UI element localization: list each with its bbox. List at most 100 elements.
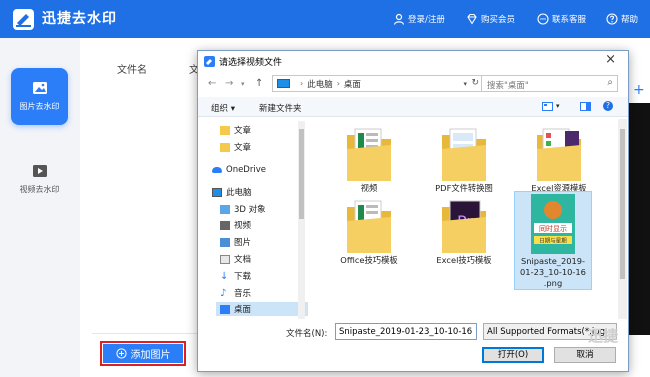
navigation-pane: 文章 文章 OneDrive 此电脑 3D 对象 视频 图片 文档 ↓ 下载 ♪… — [206, 121, 309, 316]
file-list-scrollbar[interactable] — [618, 119, 627, 319]
file-item-office-tips-folder[interactable]: Office技巧模板 — [329, 199, 409, 266]
search-placeholder: 搜索"桌面" — [487, 81, 529, 91]
sidebar-item-label: 视频去水印 — [19, 185, 60, 194]
folder-icon — [347, 200, 391, 253]
back-arrow-icon[interactable]: ← — [208, 78, 216, 89]
refresh-icon[interactable]: ↻ — [471, 78, 479, 88]
tree-item-label: 文档 — [234, 255, 252, 265]
file-item-label: Office技巧模板 — [340, 255, 398, 265]
open-button[interactable]: 打开(O) — [482, 347, 544, 363]
folder-icon — [220, 142, 230, 152]
tree-item-article[interactable]: 文章 — [220, 140, 251, 154]
download-icon: ↓ — [220, 270, 229, 282]
document-icon — [220, 254, 230, 264]
chevron-down-icon[interactable]: ▾ — [556, 102, 560, 110]
close-icon[interactable]: × — [605, 52, 616, 67]
recent-locations-icon[interactable]: ▾ — [241, 80, 245, 88]
preview-pane-icon[interactable] — [580, 102, 591, 111]
tree-item-music[interactable]: ♪ 音乐 — [220, 286, 251, 300]
image-thumbnail-icon: 同时显示 日期与星期 — [531, 194, 575, 254]
file-list: 视频 PDF文件转换图 Excel资源模板 Office技巧模板 Excel技巧… — [309, 119, 619, 319]
breadcrumb-desktop[interactable]: 桌面 — [344, 78, 361, 90]
tree-item-article[interactable]: 文章 — [220, 123, 251, 137]
contact-support-label: 联系客服 — [552, 15, 587, 25]
picture-icon — [220, 237, 230, 247]
address-bar[interactable]: › 此电脑 › 桌面 ▾ ↻ — [272, 75, 482, 92]
file-item-label-line: Snipaste_2019- — [520, 256, 586, 266]
tree-item-this-pc[interactable]: 此电脑 — [212, 185, 252, 199]
contact-support-link[interactable]: 联系客服 — [537, 12, 586, 26]
file-open-dialog: 请选择视频文件 × ← → ▾ ↑ › 此电脑 › 桌面 ▾ ↻ 搜索"桌面" … — [197, 50, 629, 372]
tree-item-label: 音乐 — [234, 289, 252, 299]
view-options-icon[interactable] — [542, 102, 553, 111]
thumbnail-text: 日期与星期 — [539, 237, 567, 245]
chevron-right-icon: › — [336, 79, 340, 88]
film-icon — [220, 220, 230, 230]
file-item-label: Excel技巧模板 — [436, 255, 492, 265]
column-header-filename: 文件名 — [117, 65, 147, 76]
tree-item-videos[interactable]: 视频 — [220, 218, 251, 232]
app-logo-icon — [13, 9, 34, 30]
buy-membership-link[interactable]: 购买会员 — [466, 12, 515, 26]
tree-item-label: OneDrive — [226, 165, 266, 175]
file-item-label-line: .png — [543, 278, 563, 288]
video-icon — [32, 165, 47, 177]
tree-item-label: 文章 — [234, 143, 252, 153]
organize-button[interactable]: 组织 ▾ — [211, 102, 235, 114]
breadcrumb-this-pc[interactable]: 此电脑 — [307, 78, 333, 90]
file-item-excel-resources-folder[interactable]: Excel资源模板 — [519, 127, 599, 194]
sidebar-item-video-watermark[interactable]: 视频去水印 — [11, 151, 68, 208]
tree-item-desktop[interactable]: 桌面 — [216, 302, 308, 316]
tree-item-onedrive[interactable]: OneDrive — [212, 163, 266, 177]
filename-input[interactable]: Snipaste_2019-01-23_10-10-16 — [335, 323, 477, 340]
tree-item-3d-objects[interactable]: 3D 对象 — [220, 202, 266, 216]
login-register-link[interactable]: 登录/注册 — [393, 12, 445, 26]
tree-item-downloads[interactable]: ↓ 下载 — [220, 269, 251, 283]
cancel-button[interactable]: 取消 — [554, 347, 616, 363]
folder-icon: Pr — [442, 200, 486, 253]
chevron-right-icon: › — [300, 79, 304, 88]
nav-scrollbar[interactable] — [298, 121, 305, 319]
tree-item-pictures[interactable]: 图片 — [220, 235, 251, 249]
add-plus-icon[interactable]: + — [633, 82, 645, 98]
search-input[interactable]: 搜索"桌面" ⌕ — [481, 75, 618, 92]
computer-icon — [277, 79, 290, 88]
search-icon: ⌕ — [607, 77, 613, 88]
forward-arrow-icon[interactable]: → — [225, 78, 233, 89]
file-item-pdf-folder[interactable]: PDF文件转换图 — [424, 127, 504, 194]
file-item-excel-tips-folder[interactable]: Pr Excel技巧模板 — [424, 199, 504, 266]
corner-watermark: 迅捷 — [588, 327, 619, 345]
add-image-label: 添加图片 — [130, 350, 171, 361]
up-arrow-icon[interactable]: ↑ — [255, 78, 263, 89]
organize-label: 组织 — [211, 104, 229, 114]
thumbnail-text: 同时显示 — [539, 224, 567, 233]
tree-item-label: 下载 — [234, 272, 252, 282]
folder-icon — [442, 128, 486, 181]
folder-icon — [537, 128, 581, 181]
chevron-down-icon[interactable]: ▾ — [463, 80, 467, 88]
file-item-snipaste-png[interactable]: 同时显示 日期与星期 Snipaste_2019- 01-23_10-10-16… — [514, 191, 592, 290]
tree-item-documents[interactable]: 文档 — [220, 252, 251, 266]
music-icon: ♪ — [220, 287, 227, 299]
dialog-app-icon — [204, 55, 215, 67]
help-icon[interactable]: ? — [603, 101, 613, 111]
scrollbar-thumb[interactable] — [620, 129, 625, 279]
add-image-button[interactable]: 添加图片 — [103, 344, 183, 363]
buy-membership-label: 购买会员 — [481, 15, 516, 25]
dialog-toolbar: 组织 ▾ 新建文件夹 ▾ ? — [198, 97, 628, 117]
scrollbar-thumb[interactable] — [299, 129, 304, 219]
filename-label: 文件名(N): — [286, 329, 328, 339]
help-label: 帮助 — [621, 15, 639, 25]
folder-icon — [220, 125, 230, 135]
help-link[interactable]: 帮助 — [606, 12, 638, 26]
file-item-videos-folder[interactable]: 视频 — [329, 127, 409, 194]
new-folder-button[interactable]: 新建文件夹 — [259, 102, 302, 114]
sidebar-item-image-watermark[interactable]: 图片去水印 — [11, 68, 68, 125]
dialog-title: 请选择视频文件 — [219, 57, 283, 68]
app-title: 迅捷去水印 — [42, 11, 117, 27]
tree-item-label: 图片 — [234, 238, 252, 248]
tree-item-label: 视频 — [234, 221, 252, 231]
login-register-label: 登录/注册 — [408, 15, 445, 25]
image-icon — [32, 82, 47, 94]
sidebar-item-label: 图片去水印 — [19, 102, 60, 111]
